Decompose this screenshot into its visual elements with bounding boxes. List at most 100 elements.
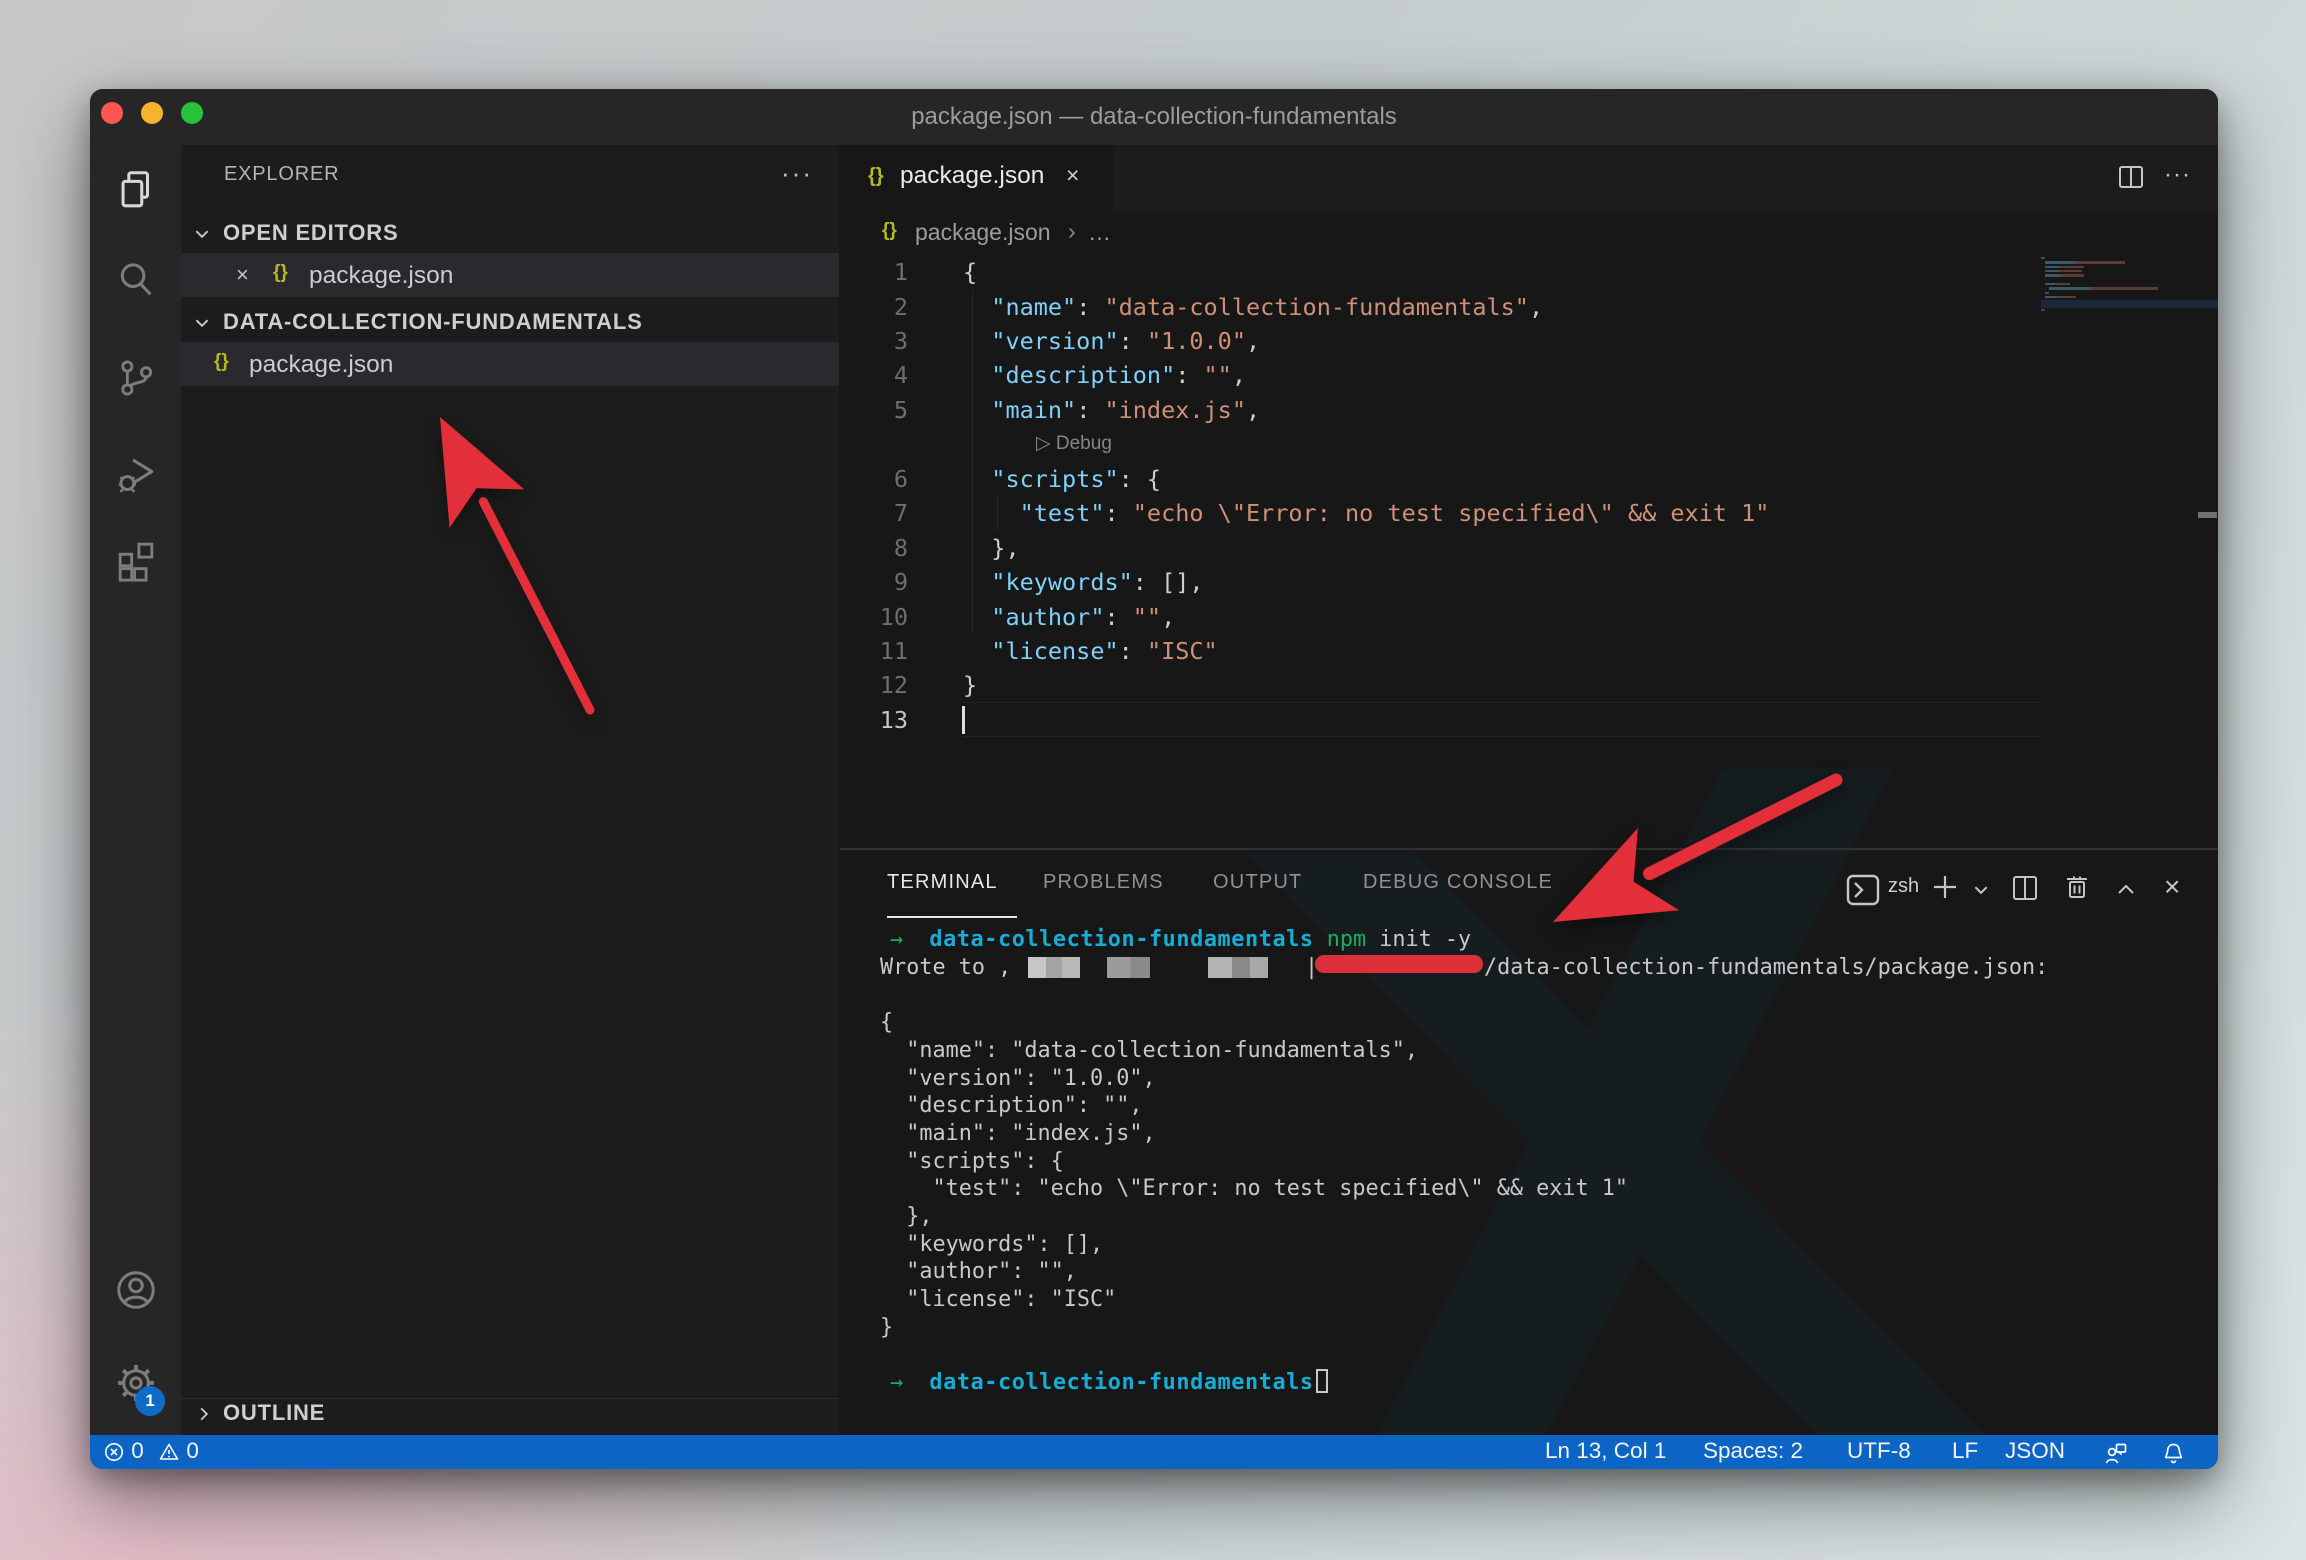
- panel-tab-terminal[interactable]: TERMINAL: [887, 871, 998, 894]
- terminal-tab-underline: [887, 916, 1017, 918]
- kill-terminal-icon[interactable]: [2062, 872, 2092, 902]
- terminal-shell-label[interactable]: zsh: [1888, 875, 1919, 898]
- problems-status[interactable]: 0 0: [103, 1438, 199, 1464]
- notifications-bell-icon[interactable]: [2160, 1439, 2187, 1467]
- run-debug-icon[interactable]: [90, 450, 181, 501]
- json-file-icon: {}: [882, 220, 897, 242]
- panel-tab-problems[interactable]: PROBLEMS: [1043, 871, 1164, 894]
- code-line-2: "name": "data-collection-fundamentals",: [963, 290, 1543, 324]
- code-line-10: "author": "",: [963, 600, 1175, 634]
- minimap-line: [2045, 270, 2082, 272]
- split-editor-icon[interactable]: [2116, 162, 2146, 192]
- breadcrumb-file[interactable]: package.json: [915, 219, 1051, 246]
- line-number-5: 5: [848, 393, 908, 427]
- file-item-label: package.json: [249, 351, 393, 379]
- outline-section-header[interactable]: OUTLINE: [181, 1391, 839, 1435]
- maximize-panel-icon[interactable]: [2114, 878, 2138, 902]
- terminal-line-8: "test": "echo \"Error: no test specified…: [880, 1175, 1628, 1203]
- code-line-4: "description": "",: [963, 358, 1246, 392]
- minimap-line: [2049, 287, 2158, 289]
- panel-tab-debug-console[interactable]: DEBUG CONSOLE: [1363, 871, 1553, 894]
- terminal-line-3: "name": "data-collection-fundamentals",: [880, 1037, 1418, 1065]
- json-file-icon: {}: [214, 351, 229, 373]
- minimap-line: [2041, 309, 2045, 311]
- account-icon[interactable]: [90, 1266, 181, 1319]
- minimap-line: [2045, 261, 2125, 263]
- minimap-line: [2041, 257, 2045, 259]
- minimap-line: [2045, 296, 2076, 298]
- terminal-line-10: "keywords": [],: [880, 1231, 1103, 1259]
- terminal-line-4: "version": "1.0.0",: [880, 1065, 1156, 1093]
- line-number-4: 4: [848, 358, 908, 392]
- breadcrumb-separator-icon: ›: [1068, 218, 1076, 245]
- minimap-line: [2045, 266, 2084, 268]
- explorer-more-actions-icon[interactable]: ···: [781, 158, 813, 189]
- indentation-status[interactable]: Spaces: 2: [1703, 1438, 1803, 1464]
- search-icon[interactable]: [90, 257, 181, 308]
- minimap-current-line: [2041, 300, 2218, 308]
- cursor-position-status[interactable]: Ln 13, Col 1: [1545, 1438, 1666, 1464]
- open-editors-header[interactable]: OPEN EDITORS: [181, 211, 839, 255]
- terminal-dropdown-icon[interactable]: [1972, 881, 1990, 899]
- code-line-5: "main": "index.js",: [963, 393, 1260, 427]
- files-icon[interactable]: [90, 167, 181, 218]
- line-number-7: 7: [848, 496, 908, 530]
- explorer-title: EXPLORER: [224, 163, 339, 186]
- terminal-line-5: "description": "",: [880, 1092, 1142, 1120]
- warnings-count: 0: [186, 1438, 199, 1463]
- new-terminal-icon[interactable]: [1930, 872, 1960, 902]
- breadcrumb-symbol[interactable]: …: [1088, 219, 1111, 246]
- terminal-line-14: → data-collection-fundamentals: [890, 1369, 1328, 1397]
- terminal-shell-icon: [1846, 874, 1880, 906]
- terminal-panel[interactable]: zsh × TERMINAL PROBLEMS OUTPUT DEBUG CONSOL…: [840, 850, 2218, 1435]
- terminal-line-9: },: [880, 1203, 933, 1231]
- codelens-debug[interactable]: ▷ Debug: [1036, 427, 1112, 461]
- eol-status[interactable]: LF: [1952, 1438, 1978, 1464]
- breadcrumb: {} package.json › …: [840, 213, 2218, 253]
- folder-section-header[interactable]: DATA-COLLECTION-FUNDAMENTALS: [181, 300, 839, 344]
- chevron-right-icon: [195, 1405, 213, 1423]
- file-item-package-json[interactable]: {} package.json: [181, 342, 839, 386]
- editor-scrollbar-slider[interactable]: [2198, 512, 2217, 518]
- split-terminal-icon[interactable]: [2010, 873, 2040, 903]
- source-control-icon[interactable]: [90, 355, 181, 406]
- open-editor-item-package-json[interactable]: × {} package.json: [181, 253, 839, 297]
- activity-bar: [90, 145, 181, 1435]
- editor-more-actions-icon[interactable]: ···: [2164, 161, 2191, 189]
- line-number-13: 13: [848, 703, 908, 737]
- terminal-line-6: "main": "index.js",: [880, 1120, 1156, 1148]
- titlebar: package.json — data-collection-fundament…: [90, 89, 2218, 145]
- code-line-6: "scripts": {: [963, 462, 1161, 496]
- code-line-11: "license": "ISC": [963, 634, 1218, 668]
- line-number-2: 2: [848, 290, 908, 324]
- code-line-3: "version": "1.0.0",: [963, 324, 1260, 358]
- warnings-icon: [158, 1441, 180, 1463]
- redaction-box: [1028, 957, 1080, 978]
- terminal-line-0: → data-collection-fundamentals npm init …: [890, 926, 1471, 954]
- redaction-box: [1107, 957, 1150, 978]
- vscode-window: package.json — data-collection-fundament…: [90, 89, 2218, 1469]
- current-line-highlight: [963, 702, 2041, 737]
- close-panel-icon[interactable]: ×: [2164, 871, 2180, 903]
- open-editor-file-label: package.json: [309, 262, 453, 290]
- line-number-11: 11: [848, 634, 908, 668]
- panel-tab-output[interactable]: OUTPUT: [1213, 871, 1302, 894]
- tab-close-icon[interactable]: ×: [1066, 162, 1079, 189]
- terminal-line-11: "author": "",: [880, 1258, 1077, 1286]
- editor-cursor: [962, 706, 965, 734]
- feedback-icon[interactable]: [2102, 1439, 2129, 1467]
- window-title: package.json — data-collection-fundament…: [90, 89, 2218, 145]
- line-number-12: 12: [848, 668, 908, 702]
- editor-pane[interactable]: 1{2 "name": "data-collection-fundamental…: [840, 253, 2218, 848]
- line-number-10: 10: [848, 600, 908, 634]
- folder-section-label: DATA-COLLECTION-FUNDAMENTALS: [223, 309, 643, 335]
- tab-package-json[interactable]: {} package.json ×: [840, 145, 1113, 213]
- language-mode-status[interactable]: JSON: [2005, 1438, 2065, 1464]
- line-number-6: 6: [848, 462, 908, 496]
- terminal-cursor: [1316, 1369, 1328, 1393]
- close-editor-icon[interactable]: ×: [236, 262, 249, 288]
- extensions-icon[interactable]: [90, 537, 181, 588]
- terminal-line-12: "license": "ISC": [880, 1286, 1116, 1314]
- terminal-line-2: {: [880, 1009, 893, 1037]
- encoding-status[interactable]: UTF-8: [1847, 1438, 1911, 1464]
